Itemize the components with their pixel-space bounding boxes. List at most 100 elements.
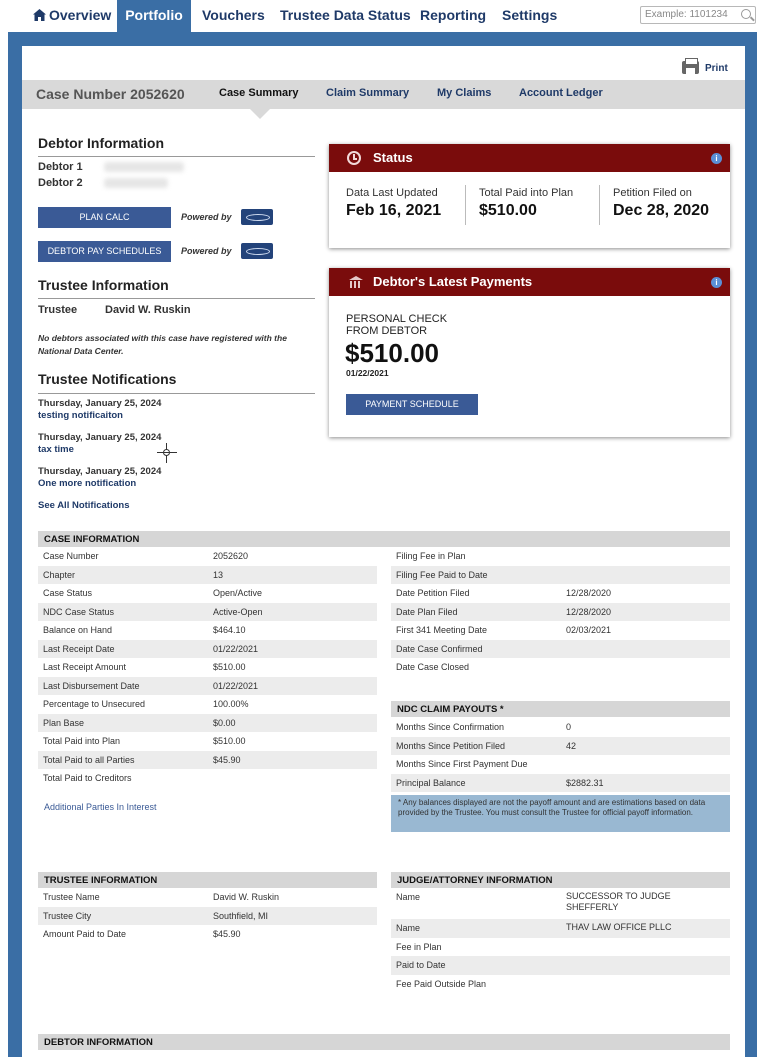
total-paid-value: $510.00 — [479, 202, 537, 219]
search-input[interactable]: Example: 1101234 — [640, 6, 756, 24]
notification-text[interactable]: One more notification — [38, 478, 136, 489]
table-row: NDC Case Status Active-Open — [38, 602, 377, 621]
row-value: 100.00% — [213, 699, 249, 709]
row-value: 12/28/2020 — [566, 588, 612, 598]
table-row: Months Since First Payment Due — [391, 755, 730, 774]
row-value: $510.00 — [213, 662, 246, 672]
home-icon — [33, 1, 46, 21]
row-value: 42 — [566, 740, 577, 751]
trustee-notifications-heading: Trustee Notifications — [38, 371, 177, 387]
data-last-updated-label: Data Last Updated — [346, 187, 438, 199]
table-row: Last Receipt Amount $510.00 — [38, 658, 377, 677]
payoff-disclaimer-note: * Any balances displayed are not the pay… — [391, 795, 730, 832]
status-card: Status i Data Last Updated Feb 16, 2021 … — [329, 144, 730, 248]
table-row: Total Paid into Plan $510.00 — [38, 732, 377, 751]
petition-filed-label: Petition Filed on — [613, 187, 692, 199]
divider — [599, 185, 600, 225]
row-value: $45.90 — [213, 929, 241, 939]
tab-my-claims[interactable]: My Claims — [437, 87, 491, 99]
additional-parties-link[interactable]: Additional Parties In Interest — [44, 802, 157, 812]
see-all-notifications-link[interactable]: See All Notifications — [38, 500, 130, 511]
row-label: Percentage to Unsecured — [43, 699, 146, 709]
print-button[interactable]: Print — [682, 58, 728, 74]
row-value: $0.00 — [213, 717, 236, 728]
latest-payments-header: Debtor's Latest Payments i — [329, 268, 730, 296]
info-icon[interactable]: i — [711, 277, 722, 288]
nav-portfolio[interactable]: Portfolio — [117, 0, 191, 32]
trustee-information-heading: Trustee Information — [38, 277, 169, 293]
table-row: Total Paid to all Parties $45.90 — [38, 750, 377, 769]
row-value: 01/22/2021 — [213, 680, 259, 691]
nav-reporting[interactable]: Reporting — [420, 0, 486, 32]
row-value: $510.00 — [213, 736, 246, 746]
row-label: Paid to Date — [396, 960, 446, 970]
row-label: First 341 Meeting Date — [396, 625, 488, 635]
info-icon[interactable]: i — [711, 153, 722, 164]
row-value: Southfield, MI — [213, 910, 269, 921]
payment-method-line1: PERSONAL CHECK — [346, 313, 448, 325]
table-row: Name SUCCESSOR TO JUDGE SHEFFERLY — [391, 888, 730, 919]
notification-text[interactable]: testing notificaiton — [38, 410, 123, 421]
total-paid-label: Total Paid into Plan — [479, 187, 574, 199]
payment-method-line2: FROM DEBTOR — [346, 325, 428, 337]
row-value: SUCCESSOR TO JUDGE SHEFFERLY — [566, 891, 671, 912]
divider — [38, 298, 315, 299]
divider — [465, 185, 466, 225]
status-card-header: Status i — [329, 144, 730, 172]
row-value: THAV LAW OFFICE PLLC — [566, 922, 672, 932]
debtor1-label: Debtor 1 — [38, 161, 83, 173]
table-row: Principal Balance $2882.31 — [391, 773, 730, 792]
divider — [38, 393, 315, 394]
row-label: Date Petition Filed — [396, 588, 470, 598]
row-value: $2882.31 — [566, 777, 604, 788]
clock-icon — [347, 151, 361, 165]
plan-calc-button[interactable]: PLAN CALC — [38, 207, 171, 228]
tab-claim-summary[interactable]: Claim Summary — [326, 87, 409, 99]
tab-account-ledger[interactable]: Account Ledger — [519, 87, 603, 99]
debtor-pay-schedules-button[interactable]: DEBTOR PAY SCHEDULES — [38, 241, 171, 262]
table-row: Filing Fee in Plan — [391, 547, 730, 566]
nav-trustee-data-status[interactable]: Trustee Data Status — [280, 0, 411, 32]
table-row: Last Receipt Date 01/22/2021 — [38, 639, 377, 658]
nav-overview[interactable]: Overview — [33, 0, 111, 32]
row-label: Case Number — [43, 551, 99, 561]
row-label: Total Paid to all Parties — [43, 754, 135, 765]
bank-icon — [349, 276, 363, 288]
row-value: Active-Open — [213, 606, 263, 617]
nav-settings[interactable]: Settings — [502, 0, 557, 32]
row-label: Months Since First Payment Due — [396, 759, 528, 769]
table-row: Balance on Hand $464.10 — [38, 621, 377, 640]
ndc-claim-payouts-heading: NDC CLAIM PAYOUTS * — [391, 701, 730, 717]
row-label: Name — [396, 892, 421, 902]
table-row: Date Case Closed — [391, 658, 730, 677]
table-row: Fee Paid Outside Plan — [391, 975, 730, 994]
row-value: 13 — [213, 569, 224, 580]
row-label: Total Paid to Creditors — [43, 773, 132, 783]
row-label: Principal Balance — [396, 777, 466, 788]
row-label: Name — [396, 923, 421, 933]
latest-payments-card: Debtor's Latest Payments i PERSONAL CHEC… — [329, 268, 730, 437]
row-value: $464.10 — [213, 625, 246, 635]
table-row: First 341 Meeting Date 02/03/2021 — [391, 621, 730, 640]
row-value: 0 — [566, 722, 572, 732]
search-icon[interactable] — [741, 9, 751, 19]
row-value: David W. Ruskin — [213, 892, 280, 902]
status-card-title: Status — [373, 150, 413, 165]
payment-date: 01/22/2021 — [346, 368, 389, 378]
row-label: Months Since Confirmation — [396, 722, 505, 732]
table-row: Months Since Confirmation 0 — [391, 718, 730, 737]
table-row: Months Since Petition Filed 42 — [391, 736, 730, 755]
notification-date: Thursday, January 25, 2024 — [38, 398, 162, 409]
powered-by-label: Powered by — [181, 212, 232, 222]
row-value: 12/28/2020 — [566, 606, 612, 617]
tab-case-summary[interactable]: Case Summary — [219, 87, 299, 99]
row-label: Date Plan Filed — [396, 606, 458, 617]
latest-payments-title: Debtor's Latest Payments — [373, 274, 533, 289]
table-row: Date Case Confirmed — [391, 639, 730, 658]
data-last-updated-value: Feb 16, 2021 — [346, 202, 442, 219]
notification-text[interactable]: tax time — [38, 444, 74, 455]
trustee-information-table-heading: TRUSTEE INFORMATION — [38, 872, 377, 888]
row-label: Balance on Hand — [43, 625, 113, 635]
payment-schedule-button[interactable]: PAYMENT SCHEDULE — [346, 394, 478, 415]
nav-vouchers[interactable]: Vouchers — [202, 0, 265, 32]
